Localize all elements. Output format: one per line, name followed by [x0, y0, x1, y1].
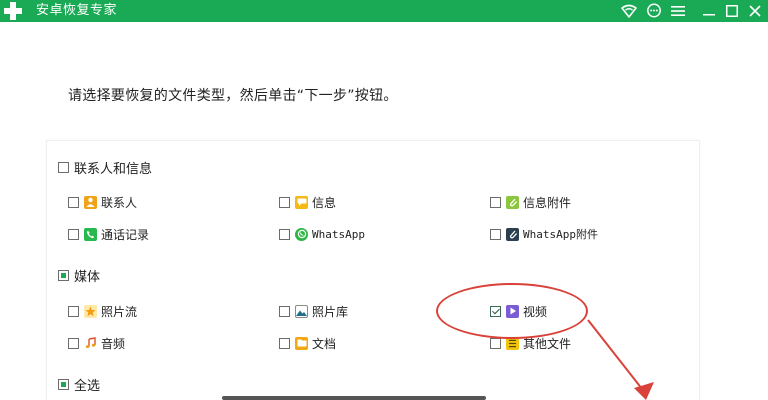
option-label: WhatsApp	[312, 227, 365, 241]
contacts-icon	[84, 195, 97, 209]
whatsapp-icon	[295, 227, 308, 241]
option-label: 照片库	[312, 304, 349, 319]
option-other-files[interactable]: 其他文件	[490, 334, 571, 352]
app-title: 安卓恢复专家	[36, 3, 118, 18]
photo-stream-icon	[84, 304, 97, 318]
document-icon	[295, 336, 308, 350]
option-documents[interactable]: 文档	[279, 334, 336, 352]
option-message-attachments[interactable]: 信息附件	[490, 193, 571, 211]
maximize-icon[interactable]	[723, 2, 741, 20]
other-files-icon	[506, 336, 519, 350]
option-photo-library[interactable]: 照片库	[279, 302, 348, 320]
horizontal-scrollbar[interactable]	[222, 396, 486, 400]
checkbox[interactable]	[279, 196, 290, 208]
group-contacts-messages[interactable]: 联系人和信息	[58, 158, 153, 177]
option-label: 信息附件	[523, 195, 572, 210]
option-call-log[interactable]: 通话记录	[68, 225, 149, 243]
group-label: 媒体	[74, 269, 101, 285]
photo-library-icon	[295, 304, 308, 318]
checkbox[interactable]	[279, 228, 290, 240]
wifi-icon[interactable]	[620, 2, 638, 20]
option-label: 通话记录	[101, 227, 150, 242]
option-label: 联系人	[101, 195, 138, 210]
checkbox[interactable]	[279, 305, 290, 317]
checkbox[interactable]	[490, 228, 501, 240]
checkbox[interactable]	[490, 196, 501, 208]
video-icon	[506, 304, 519, 318]
option-contacts[interactable]: 联系人	[68, 193, 137, 211]
option-label: 文档	[312, 336, 337, 351]
audio-icon	[84, 337, 97, 350]
whatsapp-attachment-icon	[506, 227, 519, 241]
minimize-icon[interactable]	[700, 2, 718, 20]
checkbox[interactable]	[68, 196, 79, 208]
instruction-text: 请选择要恢复的文件类型，然后单击“下一步”按钮。	[68, 88, 398, 104]
checkbox[interactable]	[68, 305, 79, 317]
option-label: 照片流	[101, 304, 138, 319]
title-bar: 安卓恢复专家	[0, 0, 768, 22]
select-all-label: 全选	[74, 378, 101, 394]
group-label: 联系人和信息	[74, 161, 153, 177]
option-label: 视频	[523, 304, 548, 319]
select-all[interactable]: 全选	[58, 375, 101, 394]
option-photo-stream[interactable]: 照片流	[68, 302, 137, 320]
checkbox[interactable]	[58, 378, 69, 390]
checkbox[interactable]	[58, 269, 69, 281]
plus-logo-icon	[4, 2, 22, 20]
option-whatsapp-attachments[interactable]: WhatsApp附件	[490, 225, 598, 243]
checkbox[interactable]	[490, 305, 501, 317]
group-media[interactable]: 媒体	[58, 266, 101, 285]
checkbox[interactable]	[68, 337, 79, 349]
option-audio[interactable]: 音频	[68, 334, 125, 352]
call-log-icon	[84, 227, 97, 241]
message-attachment-icon	[506, 195, 519, 209]
messages-icon	[295, 195, 308, 209]
file-type-panel	[46, 140, 700, 400]
checkbox[interactable]	[490, 337, 501, 349]
option-whatsapp[interactable]: WhatsApp	[279, 225, 365, 243]
menu-icon[interactable]	[669, 2, 687, 20]
option-label: 音频	[101, 336, 126, 351]
checkbox[interactable]	[58, 161, 69, 173]
chat-icon[interactable]	[645, 2, 663, 20]
close-icon[interactable]	[746, 2, 764, 20]
checkbox[interactable]	[279, 337, 290, 349]
option-video[interactable]: 视频	[490, 302, 547, 320]
option-messages[interactable]: 信息	[279, 193, 336, 211]
checkbox[interactable]	[68, 228, 79, 240]
option-label: 其他文件	[523, 336, 572, 351]
option-label: 信息	[312, 195, 337, 210]
option-label: WhatsApp附件	[523, 228, 598, 241]
